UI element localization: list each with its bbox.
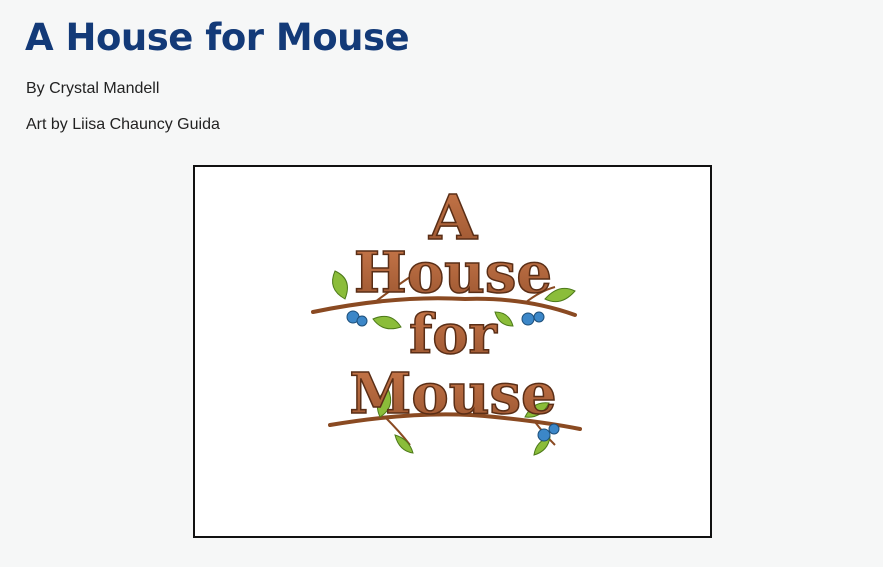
cover-illustration-art: A House for Mouse (311, 180, 582, 456)
author-credit: By Crystal Mandell (26, 80, 160, 97)
logo-line-3: for (409, 302, 497, 366)
artist-credit: Art by Liisa Chauncy Guida (26, 116, 220, 133)
logo-line-2: House (354, 240, 552, 306)
cover-illustration: A House for Mouse (193, 165, 712, 538)
logo-line-4: Mouse (349, 361, 556, 427)
logo-lettering: A House for Mouse (349, 180, 558, 428)
story-page: A House for Mouse By Crystal Mandell Art… (0, 0, 883, 567)
page-title: A House for Mouse (25, 16, 410, 59)
